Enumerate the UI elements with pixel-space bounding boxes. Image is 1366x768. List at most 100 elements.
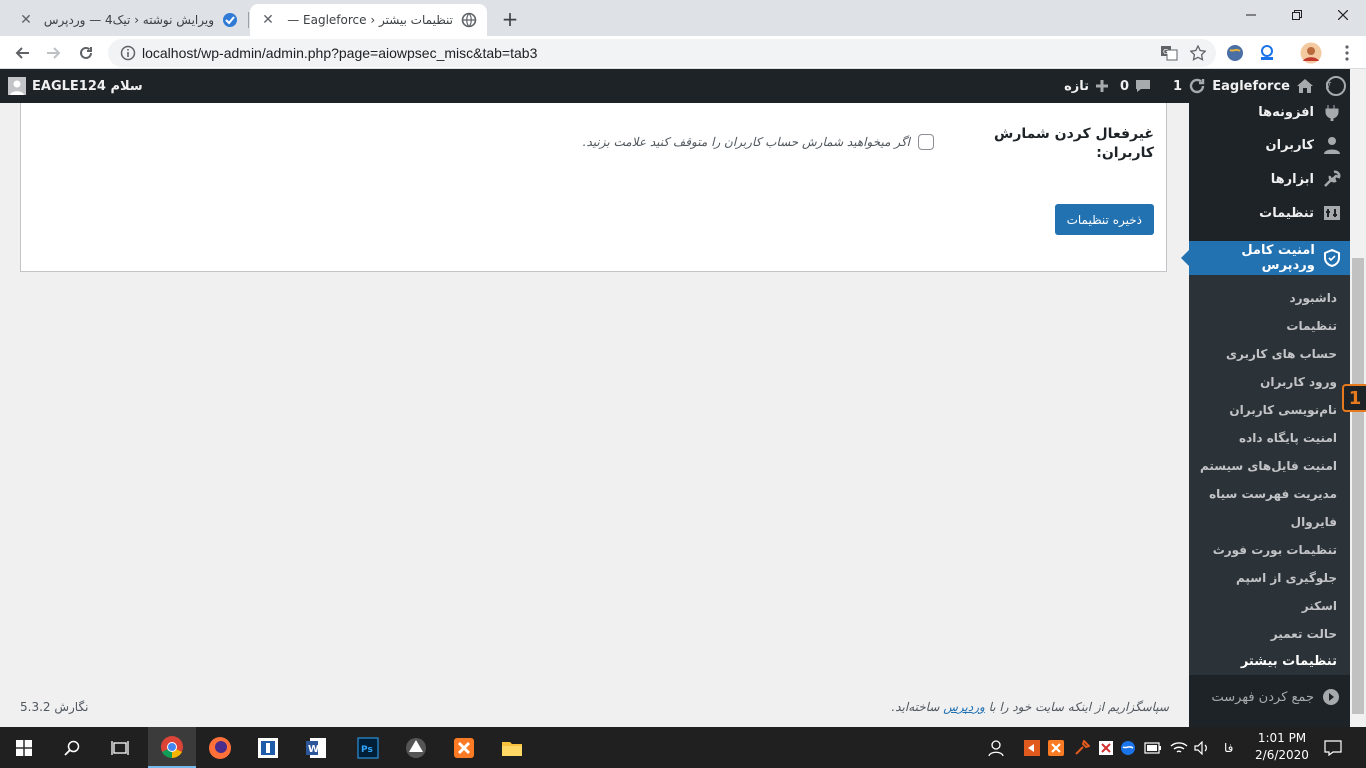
sidebar-item-security[interactable]: امنیت کامل وردپرس: [1181, 241, 1350, 275]
search-icon[interactable]: [48, 727, 96, 768]
submenu-firewall[interactable]: فایروال: [1291, 515, 1337, 529]
svg-text:Ps: Ps: [361, 745, 373, 755]
browser-toolbar: localhost/wp-admin/admin.php?page=aiowps…: [0, 36, 1366, 69]
back-arrow-icon[interactable]: [10, 41, 34, 65]
submenu-user-login[interactable]: ورود کاربران: [1260, 375, 1337, 389]
tray-tool-icon[interactable]: [1074, 727, 1090, 768]
close-window-icon[interactable]: [1320, 0, 1366, 30]
plus-icon: [1095, 79, 1109, 93]
collapse-arrow-icon: [1322, 688, 1340, 706]
wp-version: نگارش 5.3.2: [20, 700, 89, 714]
start-icon[interactable]: [0, 727, 48, 768]
sidebar-item-plugins[interactable]: افزونه‌ها: [1189, 95, 1350, 129]
bookmark-star-icon[interactable]: [1190, 45, 1206, 61]
battery-icon[interactable]: [1144, 727, 1162, 768]
main-content: غیرفعال کردن شمارش کاربران: اگر میخواهید…: [0, 103, 1189, 727]
wifi-icon[interactable]: [1170, 727, 1188, 768]
save-settings-button[interactable]: ذخیره تنظیمات: [1054, 204, 1154, 235]
floating-badge[interactable]: 1: [1342, 384, 1366, 412]
task-view-icon[interactable]: [96, 727, 144, 768]
volume-icon[interactable]: [1194, 727, 1210, 768]
sidebar-item-label: تنظیمات: [1259, 205, 1314, 221]
wordpress-favicon-icon: [222, 12, 238, 28]
url-text: localhost/wp-admin/admin.php?page=aiowps…: [142, 45, 538, 61]
collapse-menu-button[interactable]: جمع کردن فهرست: [1212, 688, 1340, 706]
language-indicator[interactable]: فا: [1224, 727, 1233, 768]
footer-thanks: سپاسگزاریم از اینکه سایت خود را با وردپر…: [891, 700, 1169, 714]
browser-tabstrip: ویرایش نوشته ‹ تیک4 — وردپرس ✕ تنظیمات ب…: [0, 0, 1366, 36]
tab-title: تنظیمات بیشتر ‹ Eagleforce — ورد: [284, 13, 453, 27]
submenu-blacklist[interactable]: مدیریت فهرست سیاه: [1209, 487, 1337, 501]
submenu-brute-force[interactable]: تنظیمات بورت فورث: [1213, 543, 1337, 557]
submenu-spam-prevention[interactable]: جلوگیری از اسپم: [1236, 571, 1337, 585]
tray-xampp-icon[interactable]: [1048, 727, 1064, 768]
wordpress-link[interactable]: وردپرس: [943, 700, 985, 714]
tab-title: ویرایش نوشته ‹ تیک4 — وردپرس: [43, 13, 214, 27]
browser-tab-more-settings[interactable]: تنظیمات بیشتر ‹ Eagleforce — ورد ✕: [250, 4, 487, 36]
submenu-scanner[interactable]: اسکنر: [1302, 599, 1337, 613]
translate-icon[interactable]: G: [1160, 44, 1178, 62]
submenu-user-registration[interactable]: نام‌نویسی کاربران: [1229, 403, 1337, 417]
disable-user-count-checkbox[interactable]: [918, 134, 934, 150]
tray-network-globe-icon[interactable]: [1120, 727, 1136, 768]
taskbar-clock[interactable]: 1:01 PM 2/6/2020: [1252, 730, 1312, 764]
sidebar-item-label: کاربران: [1265, 137, 1314, 153]
extension-globe-icon[interactable]: [1224, 42, 1246, 64]
inkscape-icon[interactable]: [392, 727, 440, 768]
tab-close-icon[interactable]: ✕: [260, 12, 276, 28]
firefox-icon[interactable]: [196, 727, 244, 768]
footer-thanks-prefix: سپاسگزاریم از اینکه سایت خود را با: [988, 700, 1169, 714]
submenu-dashboard[interactable]: داشبورد: [1289, 291, 1337, 305]
explorer-icon[interactable]: [488, 727, 536, 768]
new-tab-button[interactable]: +: [498, 8, 522, 32]
footer-thanks-suffix: ساخته‌اید.: [891, 700, 940, 714]
my-account-link[interactable]: سلام EAGLE124: [8, 69, 143, 103]
profile-avatar[interactable]: [1300, 42, 1322, 64]
site-name: Eagleforce: [1212, 78, 1290, 94]
disable-user-count-field: اگر میخواهید شمارش حساب کاربران را متوقف…: [583, 134, 934, 150]
submenu-filesystem-security[interactable]: امنیت فایل‌های سیستم: [1200, 459, 1337, 473]
tray-security-icon[interactable]: [1098, 727, 1114, 768]
minimize-icon[interactable]: [1228, 0, 1274, 30]
tray-app-icon[interactable]: [1024, 727, 1040, 768]
photoshop-icon[interactable]: Ps: [344, 727, 392, 768]
windows-taskbar: W Ps فا 1:01 PM 2/6/2020: [0, 727, 1366, 768]
svg-text:G: G: [1163, 48, 1168, 56]
new-content-link[interactable]: تازه: [1064, 69, 1109, 103]
users-icon: [1322, 135, 1342, 155]
reload-icon[interactable]: [74, 41, 98, 65]
sidebar-item-label: ابزارها: [1270, 171, 1314, 187]
word-icon[interactable]: W: [292, 727, 340, 768]
svg-text:W: W: [308, 744, 319, 755]
forward-arrow-icon[interactable]: [42, 41, 66, 65]
address-bar[interactable]: localhost/wp-admin/admin.php?page=aiowps…: [108, 39, 1216, 67]
people-icon[interactable]: [988, 727, 1006, 768]
restore-icon[interactable]: [1274, 0, 1320, 30]
svg-text:W: W: [1326, 80, 1332, 93]
chrome-icon[interactable]: [148, 727, 196, 768]
tab-close-icon[interactable]: ✕: [18, 12, 34, 28]
sidebar-item-tools[interactable]: ابزارها: [1189, 162, 1350, 196]
collapse-menu-label: جمع کردن فهرست: [1211, 689, 1314, 705]
sidebar-item-settings[interactable]: تنظیمات: [1189, 196, 1350, 230]
scrollbar-thumb[interactable]: [1352, 258, 1364, 714]
submenu-misc-settings[interactable]: تنظیمات بیشتر: [1241, 654, 1337, 669]
extension-download-icon[interactable]: [1256, 42, 1278, 64]
comments-link[interactable]: 0: [1120, 69, 1151, 103]
xampp-icon[interactable]: [440, 727, 488, 768]
tab-separator: [248, 12, 249, 28]
submenu-database-security[interactable]: امنیت پایگاه داده: [1239, 431, 1337, 445]
globe-favicon-icon: [461, 12, 477, 28]
browser-menu-icon[interactable]: [1336, 42, 1358, 64]
info-icon[interactable]: [114, 45, 142, 61]
browser-tab-edit-post[interactable]: ویرایش نوشته ‹ تیک4 — وردپرس ✕: [8, 4, 248, 36]
app-icon[interactable]: [244, 727, 292, 768]
submenu-maintenance[interactable]: حالت تعمیر: [1271, 627, 1337, 641]
sidebar-item-users[interactable]: کاربران: [1189, 128, 1350, 162]
submenu-settings[interactable]: تنظیمات: [1286, 319, 1337, 333]
current-arrow: [1181, 250, 1189, 266]
clock-time: 1:01 PM: [1257, 731, 1307, 745]
tools-icon: [1322, 169, 1342, 189]
submenu-user-accounts[interactable]: حساب های کاربری: [1226, 347, 1337, 361]
notifications-icon[interactable]: [1324, 727, 1342, 768]
